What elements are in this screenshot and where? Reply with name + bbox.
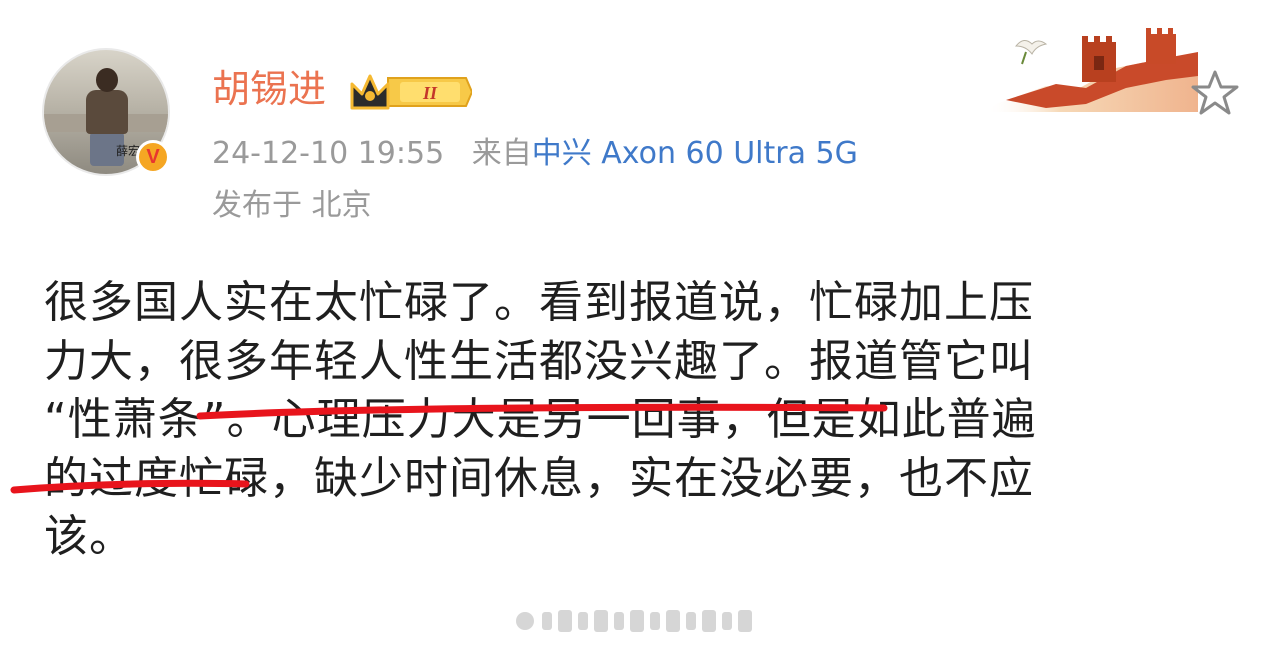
avatar[interactable]: 薛宏 V [42,48,170,176]
post-line: 很多国人实在太忙碌了。看到报道说，忙碌加上压 [44,277,1034,328]
username[interactable]: 胡锡进 [212,64,326,114]
weibo-post: 薛宏 V 胡锡进 II 24-12-10 19:55 来自中兴 Axon 60 … [0,0,1284,653]
great-wall-decor [986,28,1198,112]
post-meta: 24-12-10 19:55 来自中兴 Axon 60 Ultra 5G [212,132,858,176]
crown-icon [350,74,390,110]
location: 发布于 北京 [212,188,372,223]
red-underline-mark [196,403,888,420]
verified-badge-icon: V [136,140,170,174]
red-underline-mark [10,479,250,494]
post-line: 力大，很多年轻人性生活都没兴趣了。报道管它叫 [44,335,1034,387]
post-line: 该。 [44,511,134,562]
timestamp[interactable]: 24-12-10 19:55 [212,136,444,171]
from-label: 来自 [471,136,532,171]
watermark-icon [516,610,752,632]
crown-badge[interactable]: II [348,70,472,114]
level-badge-text: II [422,83,438,103]
star-icon[interactable] [1190,68,1240,118]
device-link[interactable]: 中兴 Axon 60 Ultra 5G [532,136,858,171]
